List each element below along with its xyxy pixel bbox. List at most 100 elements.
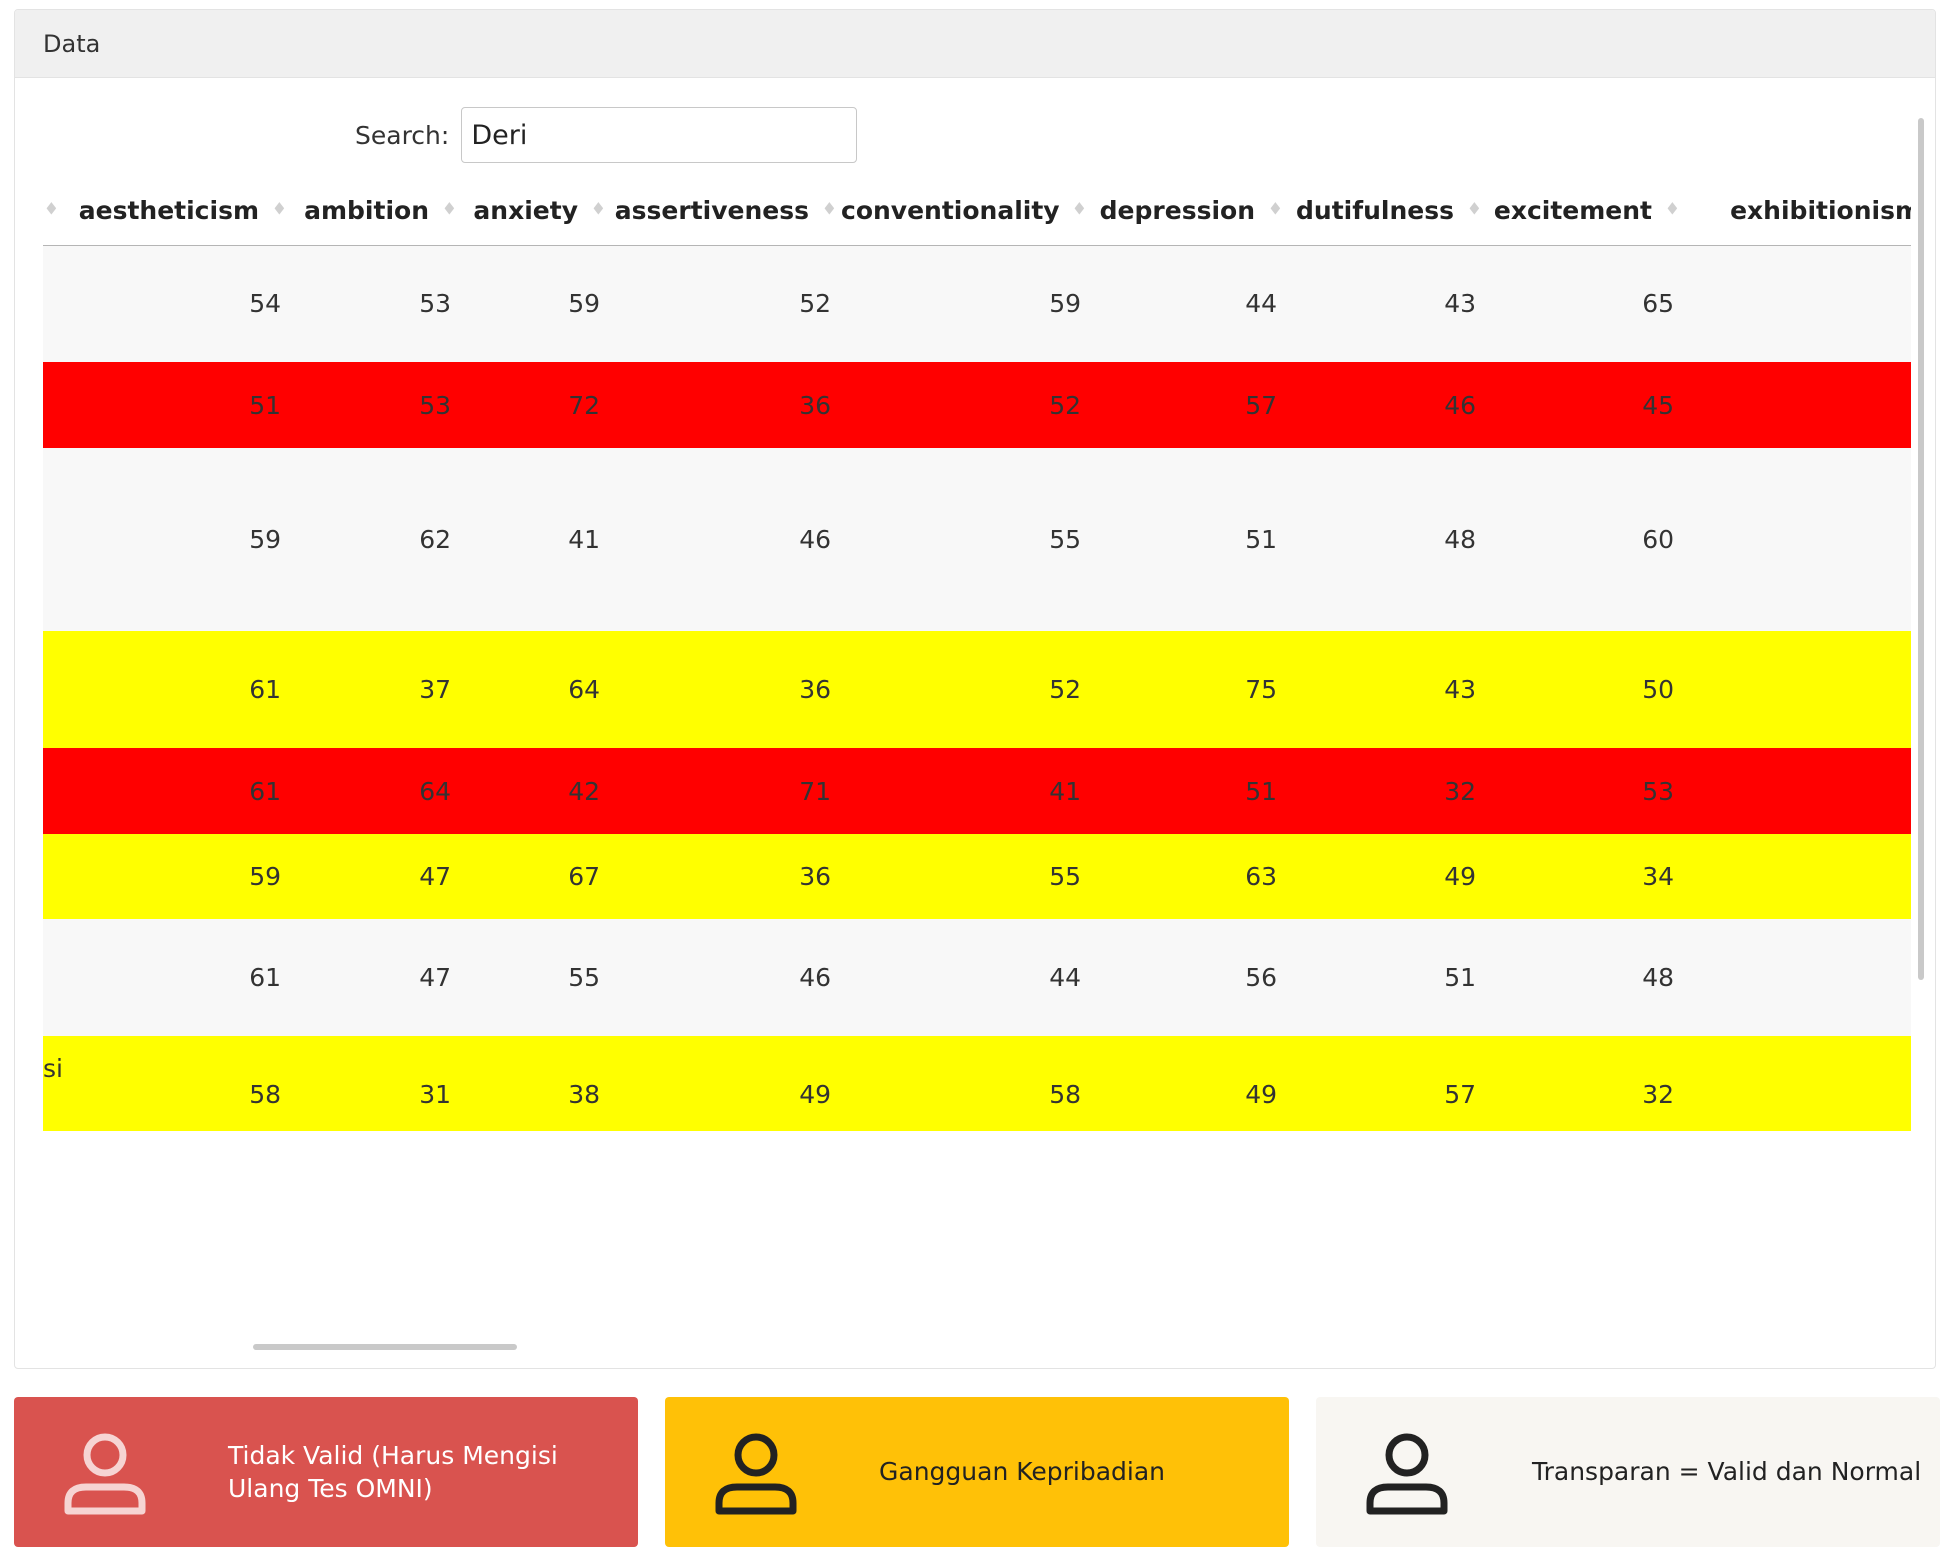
table-cell: 54 [1684,919,1911,1036]
table-cell: 61 [249,963,281,992]
sort-icon[interactable]: ♦ [442,201,457,219]
search-box: Search: [355,106,858,164]
sort-icon[interactable]: ♦ [822,201,837,219]
column-header-aestheticism[interactable]: aestheticism ♦ [63,176,291,246]
table-cell: 59 [1049,289,1081,319]
horizontal-scrollbar[interactable] [253,1344,517,1350]
table-cell-index [43,631,63,748]
column-header-label: conventionality [841,195,1060,225]
column-header-label: assertiveness [614,195,809,225]
table-header-row: ♦ aestheticism ♦ ambition ♦ anxiety ♦ assertive… [43,176,1911,246]
table-cell: 36 [799,862,831,891]
table-cell: 61 [249,675,281,704]
legend-invalid-text: Tidak Valid (Harus Mengisi Ulang Tes OMN… [228,1441,558,1503]
sort-icon[interactable]: ♦ [1268,201,1283,219]
table-cell: 41 [568,525,600,554]
table-cell: 41 [1049,776,1081,806]
sort-icon[interactable]: ♦ [591,201,606,219]
table-cell: 43 [1444,675,1476,704]
search-label: Search: [355,120,450,150]
table-row[interactable]: 59 62 41 46 55 51 48 60 52 [43,448,1911,631]
column-header-label: excitement [1493,195,1652,225]
table-cell: 52 [1049,675,1081,704]
column-header-index[interactable]: ♦ [43,176,63,246]
sort-icon[interactable]: ♦ [44,201,59,219]
table-cell: 47 [419,862,451,891]
table-cell-index [43,362,63,448]
table-cell: 67 [568,862,600,891]
search-input[interactable] [461,107,858,163]
column-header-depression[interactable]: depression ♦ [1091,176,1287,246]
table-cell: 64 [568,675,600,704]
table-cell: 57 [1444,1080,1476,1109]
table-cell: 65 [1642,289,1674,319]
data-table-scroll[interactable]: ♦ aestheticism ♦ ambition ♦ anxiety ♦ assertive… [43,176,1911,1352]
column-header-dutifulness[interactable]: dutifulness ♦ [1287,176,1486,246]
table-cell: 51 [1245,776,1277,806]
table-cell: 52 [1684,448,1911,631]
table-cell: 52 [1684,631,1911,748]
legend-disorder-text: Gangguan Kepribadian [879,1457,1166,1486]
column-header-label: exhibitionism [1730,195,1911,225]
table-cell: 72 [568,390,600,420]
table-cell: 58 [1049,1080,1081,1109]
table-cell: 49 [799,1080,831,1109]
legend-invalid: Tidak Valid (Harus Mengisi Ulang Tes OMN… [14,1397,638,1547]
column-header-assertiveness[interactable]: assertiveness ♦ [610,176,841,246]
table-cell: 55 [1049,862,1081,891]
table-body: 54 53 59 52 59 44 43 65 36 51 53 72 36 52 57 46 45 44 59 62… [43,245,1911,1131]
vertical-scrollbar[interactable] [1918,118,1924,980]
user-icon [64,1433,146,1515]
table-cell: 46 [799,525,831,554]
table-row[interactable]: 59 47 67 36 55 63 49 34 57 [43,834,1911,919]
table-row[interactable]: si 58 31 38 49 58 49 57 32 31 [43,1036,1911,1131]
sort-icon[interactable]: ♦ [1467,201,1482,219]
sort-icon[interactable]: ♦ [272,201,287,219]
table-cell: 47 [419,963,451,992]
table-cell: 52 [1049,390,1081,420]
table-cell: 55 [568,963,600,992]
column-header-label: aestheticism [78,195,259,225]
table-cell: 56 [1245,963,1277,992]
sort-icon[interactable]: ♦ [1665,201,1680,219]
table-cell: 62 [419,525,451,554]
table-row[interactable]: 61 47 55 46 44 56 51 48 54 [43,919,1911,1036]
table-cell: 45 [1642,390,1674,420]
legend-normal-text: Transparan = Valid dan Normal [1532,1457,1922,1486]
column-header-ambition[interactable]: ambition ♦ [291,176,461,246]
table-cell: 71 [799,776,831,806]
column-header-label: depression [1099,195,1255,225]
table-cell: 51 [1245,525,1277,554]
legend-disorder: Gangguan Kepribadian [665,1397,1289,1547]
column-header-anxiety[interactable]: anxiety ♦ [461,176,610,246]
sort-icon[interactable]: ♦ [1072,201,1087,219]
table-cell: 54 [249,289,281,319]
table-cell: 48 [1642,963,1674,992]
table-cell: 38 [568,1080,600,1109]
column-header-conventionality[interactable]: conventionality ♦ [841,176,1091,246]
legend-normal: Transparan = Valid dan Normal [1316,1397,1940,1547]
table-row[interactable]: 54 53 59 52 59 44 43 65 36 [43,245,1911,362]
column-header-label: dutifulness [1296,195,1454,225]
table-cell: 49 [1444,862,1476,891]
table-cell: 60 [1642,525,1674,554]
table-cell: 42 [568,776,600,806]
table-cell: 51 [1444,963,1476,992]
column-header-exhibitionism[interactable]: exhibitionism♦ [1684,176,1911,246]
table-cell: 50 [1642,675,1674,704]
table-cell: 64 [419,776,451,806]
table-row[interactable]: 61 64 42 71 41 51 32 53 37 [43,748,1911,834]
table-row[interactable]: 51 53 72 36 52 57 46 45 44 [43,362,1911,448]
table-cell: 31 [1684,1036,1911,1131]
table-cell: 63 [1245,862,1277,891]
table-cell-index: si [43,1054,63,1083]
table-cell-index [43,448,63,631]
table-cell: 59 [249,862,281,891]
table-cell: 32 [1444,776,1476,806]
column-header-excitement[interactable]: excitement ♦ [1486,176,1684,246]
table-cell: 59 [568,289,600,319]
table-cell-index [43,245,63,362]
table-cell: 44 [1049,963,1081,992]
table-row[interactable]: 61 37 64 36 52 75 43 50 52 [43,631,1911,748]
column-header-label: anxiety [473,195,578,225]
